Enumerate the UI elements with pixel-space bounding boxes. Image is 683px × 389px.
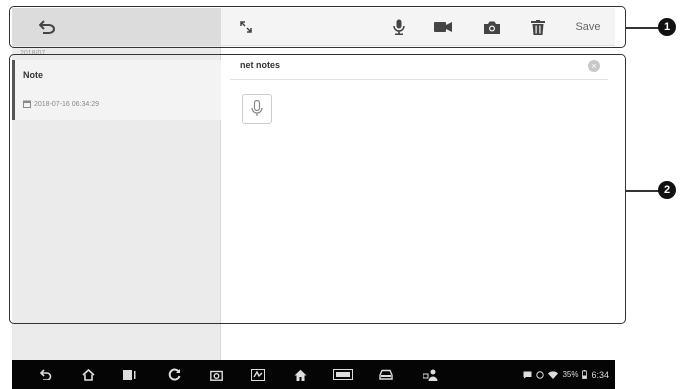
user-chat-icon bbox=[422, 369, 437, 381]
car-icon bbox=[379, 369, 393, 380]
delete-button[interactable] bbox=[526, 8, 550, 46]
close-icon: × bbox=[591, 61, 597, 71]
expand-icon bbox=[240, 21, 252, 33]
status-bar: 35% 6:34 bbox=[523, 360, 609, 389]
record-video-button[interactable] bbox=[430, 8, 456, 46]
trash-icon bbox=[531, 19, 545, 35]
record-audio-button[interactable] bbox=[388, 8, 410, 46]
back-icon bbox=[40, 369, 52, 380]
alarm-icon bbox=[536, 370, 545, 379]
nav-diagnostics-button[interactable] bbox=[248, 360, 268, 389]
notes-list-pane: 2018/07 Note 2018-07-16 06:34:29 bbox=[12, 46, 221, 360]
home-icon bbox=[81, 368, 95, 381]
toolbar: Save bbox=[12, 8, 615, 46]
microphone-icon bbox=[393, 19, 405, 35]
note-list-item[interactable]: Note 2018-07-16 06:34:29 bbox=[12, 60, 221, 120]
scan-icon bbox=[251, 368, 265, 381]
nav-app-home-button[interactable] bbox=[290, 360, 310, 389]
recents-icon bbox=[123, 369, 136, 380]
camera-icon bbox=[209, 370, 223, 381]
battery-percentage: 35% bbox=[562, 370, 579, 379]
note-detail-pane: × bbox=[222, 46, 615, 360]
back-icon bbox=[39, 20, 55, 34]
battery-icon bbox=[582, 370, 588, 379]
audio-attachment[interactable] bbox=[242, 94, 272, 124]
nav-vci-button[interactable] bbox=[330, 360, 356, 389]
microphone-icon bbox=[251, 100, 263, 116]
video-camera-icon bbox=[434, 22, 452, 32]
month-header: 2018/07 bbox=[20, 50, 46, 57]
android-navbar: 35% 6:34 bbox=[12, 360, 615, 389]
home-icon bbox=[294, 369, 306, 381]
back-button[interactable] bbox=[32, 8, 62, 46]
nav-screenshot-button[interactable] bbox=[206, 360, 226, 389]
note-timestamp: 2018-07-16 06:34:29 bbox=[23, 100, 99, 108]
note-title-row: × bbox=[230, 54, 608, 80]
refresh-icon bbox=[168, 368, 180, 381]
calendar-icon bbox=[23, 100, 31, 108]
callout-badge-1: 1 bbox=[658, 18, 676, 36]
callout-line-1 bbox=[626, 27, 660, 29]
tablet-screen: Save 2018/07 Note 2018-07-16 06:34:29 × bbox=[12, 8, 615, 389]
nav-recents-button[interactable] bbox=[120, 360, 140, 389]
camera-icon bbox=[484, 21, 500, 34]
nav-support-button[interactable] bbox=[420, 360, 440, 389]
nav-vci-connection-button[interactable] bbox=[164, 360, 184, 389]
expand-button[interactable] bbox=[234, 8, 258, 46]
note-title: Note bbox=[23, 70, 43, 80]
nav-home-button[interactable] bbox=[78, 360, 98, 389]
message-icon bbox=[523, 371, 532, 378]
wifi-icon bbox=[548, 370, 559, 379]
save-button[interactable]: Save bbox=[570, 8, 606, 46]
clock: 6:34 bbox=[591, 369, 609, 380]
clear-title-button[interactable]: × bbox=[588, 60, 600, 72]
callout-line-2 bbox=[626, 190, 660, 192]
vci-icon bbox=[333, 369, 353, 380]
callout-badge-2: 2 bbox=[658, 181, 676, 199]
nav-back-button[interactable] bbox=[36, 360, 56, 389]
note-title-input[interactable] bbox=[240, 60, 560, 70]
take-photo-button[interactable] bbox=[480, 8, 504, 46]
note-timestamp-text: 2018-07-16 06:34:29 bbox=[34, 100, 99, 108]
nav-vehicle-button[interactable] bbox=[376, 360, 396, 389]
